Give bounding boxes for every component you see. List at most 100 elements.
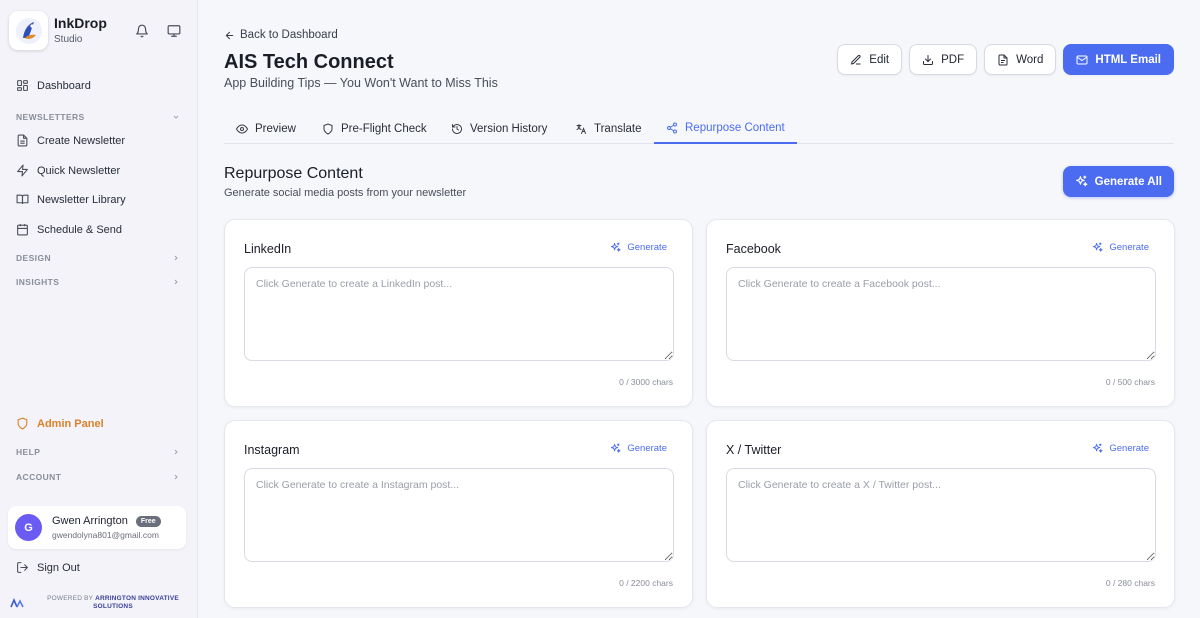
section-label: DESIGN [16,253,51,263]
post-textarea[interactable] [244,468,674,562]
generate-button[interactable]: Generate [1092,242,1149,253]
page-title: AIS Tech Connect [224,51,394,73]
post-textarea[interactable] [726,267,1156,361]
sidebar-item-schedule-send[interactable]: Schedule & Send [16,223,122,236]
card-title: X / Twitter [726,443,782,457]
card-title: Facebook [726,242,781,256]
chevron-right-icon [172,448,180,456]
word-button[interactable]: Word [984,44,1057,75]
generate-button[interactable]: Generate [1092,443,1149,454]
sidebar-item-admin-panel[interactable]: Admin Panel [16,417,104,430]
company-logo-icon [10,598,24,608]
generate-button[interactable]: Generate [610,242,667,253]
word-label: Word [1016,53,1044,66]
mail-icon [1076,54,1088,66]
generate-label: Generate [627,242,667,253]
html-email-label: HTML Email [1095,53,1161,66]
user-email: gwendolyna801@gmail.com [52,530,159,540]
pdf-label: PDF [941,53,965,66]
sparkles-icon [1092,443,1103,454]
card-instagram: Instagram Generate 0 / 2200 chars [224,420,693,608]
back-to-dashboard-link[interactable]: Back to Dashboard [224,29,338,41]
generate-button[interactable]: Generate [610,443,667,454]
book-icon [16,193,29,206]
arrow-left-icon [224,30,235,41]
section-label: INSIGHTS [16,277,60,287]
share-icon [666,122,678,134]
pdf-button[interactable]: PDF [909,44,978,75]
brand[interactable]: InkDrop Studio [9,11,107,50]
section-newsletters[interactable]: NEWSLETTERS [16,112,180,122]
tab-version-history[interactable]: Version History [439,113,559,144]
document-icon [16,134,29,147]
page-subtitle: App Building Tips — You Won't Want to Mi… [224,76,498,90]
user-card[interactable]: G Gwen Arrington Free gwendolyna801@gmai… [8,506,186,549]
download-icon [922,54,934,66]
sidebar: InkDrop Studio Dashboard NEWSLETTERS Cre… [0,0,198,618]
tab-repurpose-content[interactable]: Repurpose Content [654,113,797,144]
chevron-right-icon [172,278,180,286]
sparkles-icon [1092,242,1103,253]
user-name: Gwen Arrington [52,515,128,527]
section-title: Repurpose Content [224,165,363,182]
char-count: 0 / 500 chars [1105,377,1155,387]
section-label: NEWSLETTERS [16,112,85,122]
sidebar-item-label: Dashboard [37,79,91,92]
bell-icon[interactable] [135,24,149,38]
section-insights[interactable]: INSIGHTS [16,277,180,287]
back-label: Back to Dashboard [240,29,338,41]
sign-out-label: Sign Out [37,561,80,574]
sidebar-item-quick-newsletter[interactable]: Quick Newsletter [16,164,120,177]
char-count: 0 / 280 chars [1105,578,1155,588]
card-title: LinkedIn [244,242,292,256]
powered-company: ARRINGTON INNOVATIVE SOLUTIONS [93,595,179,610]
html-email-button[interactable]: HTML Email [1063,44,1174,75]
tab-preview[interactable]: Preview [224,113,308,144]
sidebar-item-label: Schedule & Send [37,223,123,236]
monitor-icon[interactable] [167,24,181,38]
char-count: 0 / 3000 chars [619,377,673,387]
edit-button[interactable]: Edit [837,44,903,75]
section-subtitle: Generate social media posts from your ne… [224,187,467,199]
section-account[interactable]: ACCOUNT [16,472,180,482]
chevron-right-icon [172,254,180,262]
shield-icon [16,417,29,430]
translate-icon [575,123,587,135]
app-logo [9,11,48,50]
edit-icon [850,54,862,66]
sidebar-item-newsletter-library[interactable]: Newsletter Library [16,193,126,206]
sparkles-icon [1075,175,1088,188]
section-label: HELP [16,447,41,457]
shield-icon [322,122,334,135]
app-subtitle: Studio [54,34,83,45]
generate-all-label: Generate All [1094,175,1162,188]
post-textarea[interactable] [726,468,1156,562]
edit-label: Edit [869,53,890,66]
sidebar-item-create-newsletter[interactable]: Create Newsletter [16,134,125,147]
tab-label: Version History [470,122,548,135]
tab-bar: Preview Pre-Flight Check Version History… [224,113,1174,144]
section-help[interactable]: HELP [16,447,180,457]
generate-label: Generate [1109,443,1149,454]
avatar: G [15,514,42,541]
logout-icon [16,561,29,574]
sidebar-item-label: Quick Newsletter [37,164,121,177]
sign-out-button[interactable]: Sign Out [16,561,80,574]
plan-badge: Free [135,515,161,527]
card-x-twitter: X / Twitter Generate 0 / 280 chars [706,420,1175,608]
sparkles-icon [610,443,621,454]
card-facebook: Facebook Generate 0 / 500 chars [706,219,1175,407]
powered-by: POWERED BY ARRINGTON INNOVATIVE SOLUTION… [10,595,188,611]
tab-label: Translate [594,122,642,135]
section-label: ACCOUNT [16,472,62,482]
sidebar-item-dashboard[interactable]: Dashboard [16,79,91,92]
generate-label: Generate [627,443,667,454]
tab-translate[interactable]: Translate [563,113,654,144]
post-textarea[interactable] [244,267,674,361]
tab-pre-flight-check[interactable]: Pre-Flight Check [310,113,439,144]
sidebar-item-label: Create Newsletter [37,134,126,147]
generate-all-button[interactable]: Generate All [1062,166,1174,197]
calendar-icon [16,223,29,236]
section-design[interactable]: DESIGN [16,253,180,263]
chevron-right-icon [172,473,180,481]
